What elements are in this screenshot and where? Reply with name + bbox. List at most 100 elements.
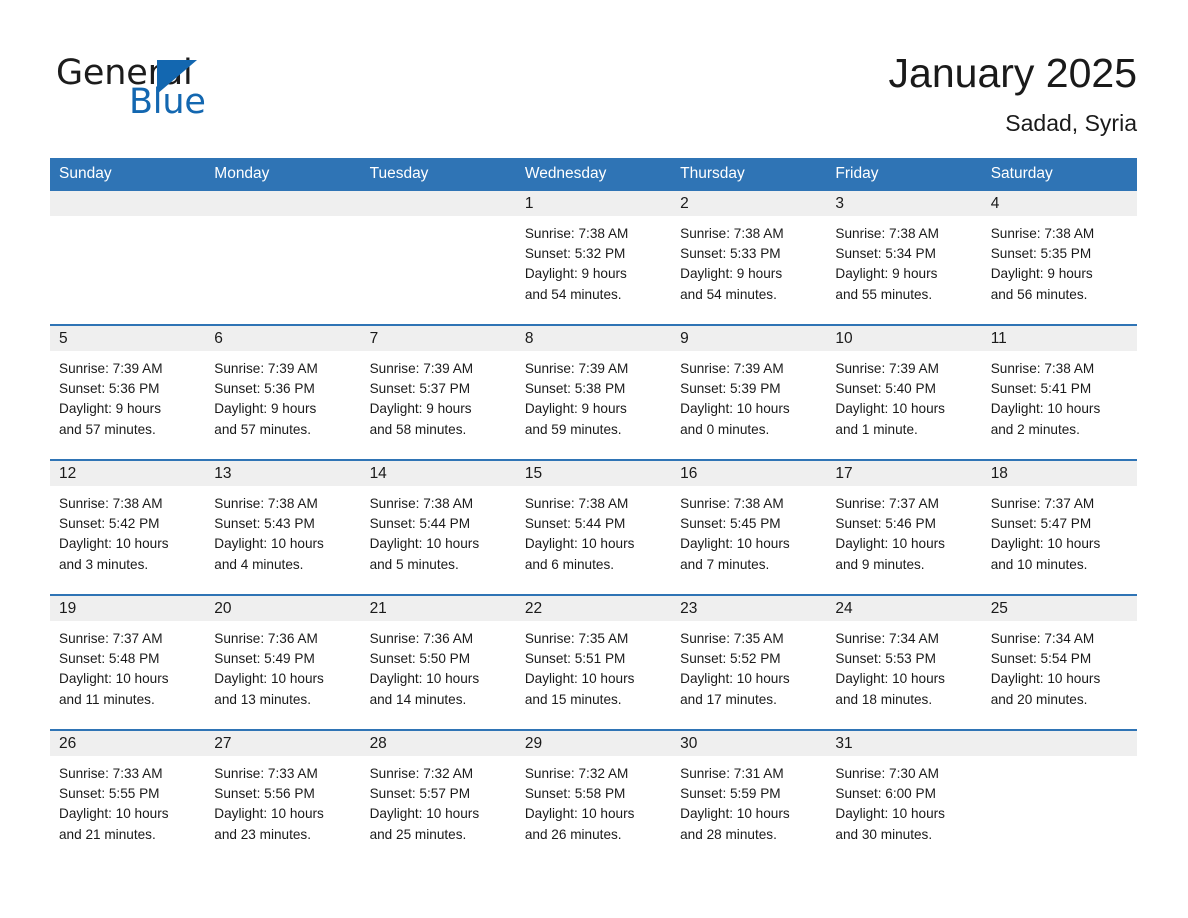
- sunrise-text: Sunrise: 7:38 AM: [680, 226, 784, 241]
- calendar-day-cell[interactable]: 19 Sunrise: 7:37 AM Sunset: 5:48 PM Dayligh…: [50, 594, 206, 730]
- daylight-text-line1: Daylight: 10 hours: [214, 671, 324, 687]
- calendar-day-cell[interactable]: 1 Sunrise: 7:38 AM Sunset: 5:32 PM Daylight…: [515, 191, 672, 325]
- sunset-text: Sunset: 5:45 PM: [680, 516, 781, 532]
- sunset-text: Sunset: 5:43 PM: [214, 516, 315, 532]
- sunset-text: Sunset: 5:47 PM: [990, 516, 1092, 532]
- logo-text-blue: Blue: [129, 82, 206, 122]
- sunset-text: Sunset: 5:32 PM: [524, 246, 626, 262]
- calendar-day-cell[interactable]: 28 Sunrise: 7:32 AM Sunset: 5:57 PM Dayligh…: [360, 729, 516, 864]
- daylight-text-line2: and 23 minutes.: [214, 826, 312, 842]
- daylight-text-line2: and 26 minutes.: [524, 826, 622, 842]
- day-number: 29: [515, 731, 672, 756]
- day-number: [50, 191, 206, 216]
- day-details: Sunrise: 7:36 AM Sunset: 5:49 PM Daylight:…: [205, 621, 360, 710]
- sunset-text: Sunset: 5:55 PM: [59, 786, 160, 802]
- daylight-text-line1: Daylight: 10 hours: [680, 671, 790, 687]
- sunset-text: Sunset: 5:44 PM: [524, 516, 626, 532]
- daylight-text-line2: and 58 minutes.: [369, 421, 467, 437]
- sunset-text: Sunset: 5:59 PM: [680, 786, 781, 802]
- calendar-day-cell[interactable]: 7 Sunrise: 7:39 AM Sunset: 5:37 PM Daylight…: [360, 324, 516, 460]
- day-details: Sunrise: 7:39 AM Sunset: 5:38 PM Daylight:…: [516, 351, 671, 440]
- sunrise-text: Sunrise: 7:37 AM: [835, 496, 939, 511]
- day-number: 24: [826, 596, 982, 621]
- calendar-day-cell[interactable]: 4 Sunrise: 7:38 AM Sunset: 5:35 PM Daylight…: [981, 191, 1137, 325]
- calendar-day-cell[interactable]: 13 Sunrise: 7:38 AM Sunset: 5:43 PM Dayligh…: [205, 459, 361, 595]
- daylight-text-line2: and 6 minutes.: [524, 556, 615, 572]
- daylight-text-line2: and 28 minutes.: [680, 826, 777, 842]
- sunrise-text: Sunrise: 7:38 AM: [524, 496, 629, 511]
- day-details: Sunrise: 7:38 AM Sunset: 5:35 PM Daylight:…: [982, 216, 1137, 305]
- daylight-text-line1: Daylight: 10 hours: [369, 671, 480, 687]
- sunrise-text: Sunrise: 7:37 AM: [990, 496, 1095, 511]
- calendar-day-cell[interactable]: 21 Sunrise: 7:36 AM Sunset: 5:50 PM Dayligh…: [360, 594, 516, 730]
- calendar-week-row: 12 Sunrise: 7:38 AM Sunset: 5:42 PM Dayligh…: [50, 459, 1137, 595]
- day-details: Sunrise: 7:32 AM Sunset: 5:57 PM Daylight:…: [361, 756, 516, 845]
- calendar-day-cell[interactable]: 5 Sunrise: 7:39 AM Sunset: 5:36 PM Daylight…: [50, 324, 206, 460]
- calendar-day-cell[interactable]: 23 Sunrise: 7:35 AM Sunset: 5:52 PM Dayligh…: [671, 594, 827, 730]
- calendar-day-cell[interactable]: 24 Sunrise: 7:34 AM Sunset: 5:53 PM Dayligh…: [826, 594, 982, 730]
- sunset-text: Sunset: 5:36 PM: [214, 381, 315, 397]
- sunrise-text: Sunrise: 7:39 AM: [680, 361, 784, 376]
- day-details: Sunrise: 7:31 AM Sunset: 5:59 PM Daylight:…: [671, 756, 826, 845]
- day-number: 5: [50, 326, 206, 351]
- calendar-day-cell[interactable]: 14 Sunrise: 7:38 AM Sunset: 5:44 PM Dayligh…: [360, 459, 516, 595]
- day-number: 6: [205, 326, 361, 351]
- day-details: Sunrise: 7:38 AM Sunset: 5:45 PM Daylight:…: [671, 486, 826, 575]
- weekday-header-sunday: Sunday: [50, 158, 206, 191]
- calendar-day-cell[interactable]: 9 Sunrise: 7:39 AM Sunset: 5:39 PM Daylight…: [671, 324, 827, 460]
- sunset-text: Sunset: 5:48 PM: [59, 651, 160, 667]
- generalblue-logo[interactable]: General Blue: [56, 52, 316, 128]
- daylight-text-line2: and 11 minutes.: [59, 691, 155, 707]
- sunrise-text: Sunrise: 7:30 AM: [835, 766, 939, 781]
- daylight-text-line2: and 0 minutes.: [680, 421, 770, 437]
- day-number: 15: [515, 461, 672, 486]
- calendar-day-cell[interactable]: 25 Sunrise: 7:34 AM Sunset: 5:54 PM Dayligh…: [981, 594, 1137, 730]
- sunrise-text: Sunrise: 7:38 AM: [214, 496, 318, 511]
- daylight-text-line2: and 5 minutes.: [369, 556, 459, 572]
- daylight-text-line1: Daylight: 9 hours: [680, 266, 783, 282]
- weekday-header-row: Sunday Monday Tuesday Wednesday Thursday…: [50, 158, 1137, 191]
- day-number: 1: [515, 191, 672, 216]
- daylight-text-line1: Daylight: 10 hours: [835, 401, 945, 417]
- calendar-day-cell[interactable]: 6 Sunrise: 7:39 AM Sunset: 5:36 PM Daylight…: [205, 324, 361, 460]
- daylight-text-line2: and 18 minutes.: [835, 691, 933, 707]
- calendar-day-cell[interactable]: 27 Sunrise: 7:33 AM Sunset: 5:56 PM Dayligh…: [205, 729, 361, 864]
- day-number: 8: [515, 326, 672, 351]
- day-details: [361, 216, 516, 224]
- day-number: 14: [360, 461, 516, 486]
- daylight-text-line1: Daylight: 9 hours: [59, 401, 162, 417]
- sunset-text: Sunset: 5:34 PM: [835, 246, 936, 262]
- calendar-day-cell[interactable]: 26 Sunrise: 7:33 AM Sunset: 5:55 PM Dayligh…: [50, 729, 206, 864]
- calendar-day-cell[interactable]: 31 Sunrise: 7:30 AM Sunset: 6:00 PM Dayligh…: [826, 729, 982, 864]
- calendar-day-cell[interactable]: 20 Sunrise: 7:36 AM Sunset: 5:49 PM Dayligh…: [205, 594, 361, 730]
- calendar-day-cell[interactable]: 17 Sunrise: 7:37 AM Sunset: 5:46 PM Dayligh…: [826, 459, 982, 595]
- calendar-day-cell[interactable]: 8 Sunrise: 7:39 AM Sunset: 5:38 PM Daylight…: [515, 324, 672, 460]
- day-details: Sunrise: 7:35 AM Sunset: 5:51 PM Daylight:…: [516, 621, 671, 710]
- calendar-day-cell[interactable]: 29 Sunrise: 7:32 AM Sunset: 5:58 PM Dayligh…: [515, 729, 672, 864]
- calendar-day-cell[interactable]: 15 Sunrise: 7:38 AM Sunset: 5:44 PM Dayligh…: [515, 459, 672, 595]
- sunrise-text: Sunrise: 7:34 AM: [835, 631, 939, 646]
- calendar-day-cell[interactable]: 30 Sunrise: 7:31 AM Sunset: 5:59 PM Dayligh…: [671, 729, 827, 864]
- calendar-day-cell[interactable]: 12 Sunrise: 7:38 AM Sunset: 5:42 PM Dayligh…: [50, 459, 206, 595]
- day-number: 7: [360, 326, 516, 351]
- sunset-text: Sunset: 5:37 PM: [369, 381, 471, 397]
- day-details: Sunrise: 7:30 AM Sunset: 6:00 PM Daylight:…: [826, 756, 981, 845]
- calendar-day-cell[interactable]: 16 Sunrise: 7:38 AM Sunset: 5:45 PM Dayligh…: [671, 459, 827, 595]
- sunrise-text: Sunrise: 7:38 AM: [524, 226, 629, 241]
- sunrise-text: Sunrise: 7:39 AM: [214, 361, 318, 376]
- day-number: [981, 731, 1137, 756]
- daylight-text-line1: Daylight: 10 hours: [835, 671, 945, 687]
- day-details: Sunrise: 7:39 AM Sunset: 5:40 PM Daylight:…: [826, 351, 981, 440]
- calendar-day-cell[interactable]: 3 Sunrise: 7:38 AM Sunset: 5:34 PM Daylight…: [826, 191, 982, 325]
- calendar-day-cell-empty: [981, 729, 1137, 864]
- calendar-day-cell[interactable]: 2 Sunrise: 7:38 AM Sunset: 5:33 PM Daylight…: [671, 191, 827, 325]
- day-number: 27: [205, 731, 361, 756]
- daylight-text-line1: Daylight: 10 hours: [59, 536, 169, 552]
- calendar-day-cell[interactable]: 18 Sunrise: 7:37 AM Sunset: 5:47 PM Dayligh…: [981, 459, 1137, 595]
- calendar-day-cell[interactable]: 22 Sunrise: 7:35 AM Sunset: 5:51 PM Dayligh…: [515, 594, 672, 730]
- calendar-day-cell[interactable]: 10 Sunrise: 7:39 AM Sunset: 5:40 PM Dayligh…: [826, 324, 982, 460]
- day-details: Sunrise: 7:39 AM Sunset: 5:36 PM Daylight:…: [205, 351, 360, 440]
- day-details: Sunrise: 7:38 AM Sunset: 5:34 PM Daylight:…: [826, 216, 981, 305]
- day-details: Sunrise: 7:38 AM Sunset: 5:32 PM Daylight:…: [516, 216, 671, 305]
- calendar-day-cell[interactable]: 11 Sunrise: 7:38 AM Sunset: 5:41 PM Dayligh…: [981, 324, 1137, 460]
